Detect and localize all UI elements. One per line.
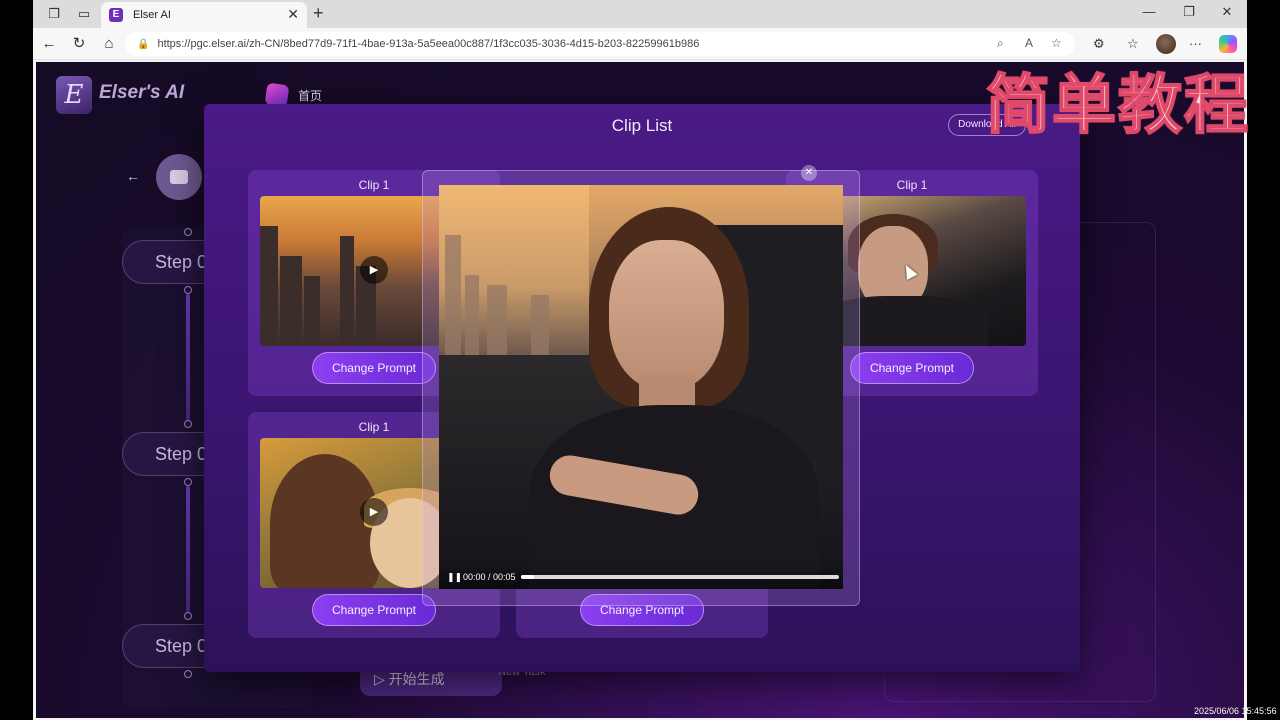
woman-face	[609, 240, 724, 390]
restore-icon[interactable]: ❐	[1179, 4, 1199, 20]
read-aloud-icon[interactable]: A	[1025, 36, 1033, 50]
pause-icon[interactable]: ❚❚	[447, 572, 462, 583]
step-node	[184, 420, 192, 428]
elser-favicon-icon: E	[109, 8, 123, 22]
step-node	[184, 478, 192, 486]
play-icon[interactable]: ▶	[360, 256, 388, 284]
url-field[interactable]: 🔒 https://pgc.elser.ai/zh-CN/8bed77d9-71…	[125, 32, 1075, 56]
workspaces-icon[interactable]: ❐	[45, 5, 63, 23]
extensions-icon[interactable]: ⚙	[1093, 36, 1105, 52]
elser-logo-icon: E	[56, 76, 92, 114]
change-prompt-button[interactable]: Change Prompt	[850, 352, 974, 384]
copilot-icon[interactable]	[1219, 35, 1237, 53]
video-progress-track[interactable]	[521, 575, 839, 579]
video-time: 00:00 / 00:05	[463, 572, 516, 582]
project-avatar	[156, 154, 202, 200]
url-text: https://pgc.elser.ai/zh-CN/8bed77d9-71f1…	[157, 38, 700, 50]
step-connector	[186, 294, 190, 420]
step-node	[184, 612, 192, 620]
favorites-icon[interactable]: ☆	[1127, 36, 1139, 52]
back-arrow-icon[interactable]: ←	[126, 168, 140, 184]
zoom-icon[interactable]: ⌕	[997, 36, 1004, 51]
lock-icon[interactable]: 🔒	[137, 39, 149, 50]
nav-home[interactable]: 首页	[298, 87, 322, 104]
back-icon[interactable]: ←	[39, 34, 59, 54]
step-connector	[186, 486, 190, 612]
tab-actions-icon[interactable]: ▭	[75, 5, 93, 23]
tab-title: Elser AI	[133, 9, 171, 21]
browser-tab[interactable]: E Elser AI ✕	[101, 2, 307, 28]
tab-bar: ❐ ▭ E Elser AI ✕ + — ❐ ✕	[33, 0, 1247, 28]
change-prompt-button[interactable]: Change Prompt	[312, 352, 436, 384]
logo-text: Elser's AI	[99, 82, 185, 103]
tab-close-icon[interactable]: ✕	[287, 6, 299, 23]
step-node	[184, 670, 192, 678]
video-progress-fill	[521, 575, 534, 579]
more-icon[interactable]: ···	[1189, 36, 1202, 51]
change-prompt-button[interactable]: Change Prompt	[312, 594, 436, 626]
favorite-star-icon[interactable]: ☆	[1051, 36, 1062, 50]
step-node	[184, 228, 192, 236]
profile-avatar[interactable]	[1156, 34, 1176, 54]
close-window-icon[interactable]: ✕	[1217, 4, 1237, 20]
video-controls: ❚❚ 00:00 / 00:05	[439, 565, 843, 589]
video-preview-popup: ❚❚ 00:00 / 00:05 ✕	[422, 165, 860, 606]
home-icon[interactable]: ⌂	[99, 34, 119, 54]
overlay-title: 简单教程	[985, 68, 1250, 144]
car-window	[439, 185, 589, 355]
step-node	[184, 286, 192, 294]
close-preview-icon[interactable]: ✕	[801, 165, 817, 181]
video-player[interactable]: ❚❚ 00:00 / 00:05	[439, 185, 843, 589]
new-tab-icon[interactable]: +	[313, 3, 324, 24]
minimize-icon[interactable]: —	[1139, 4, 1159, 19]
timestamp: 2025/06/06 15:45:56	[1194, 706, 1277, 716]
play-icon[interactable]: ▶	[360, 498, 388, 526]
refresh-icon[interactable]: ↻	[69, 34, 89, 54]
app-page: E Elser's AI 首页 ← Step 0 Step 0 Step 0 ▷…	[36, 62, 1244, 718]
